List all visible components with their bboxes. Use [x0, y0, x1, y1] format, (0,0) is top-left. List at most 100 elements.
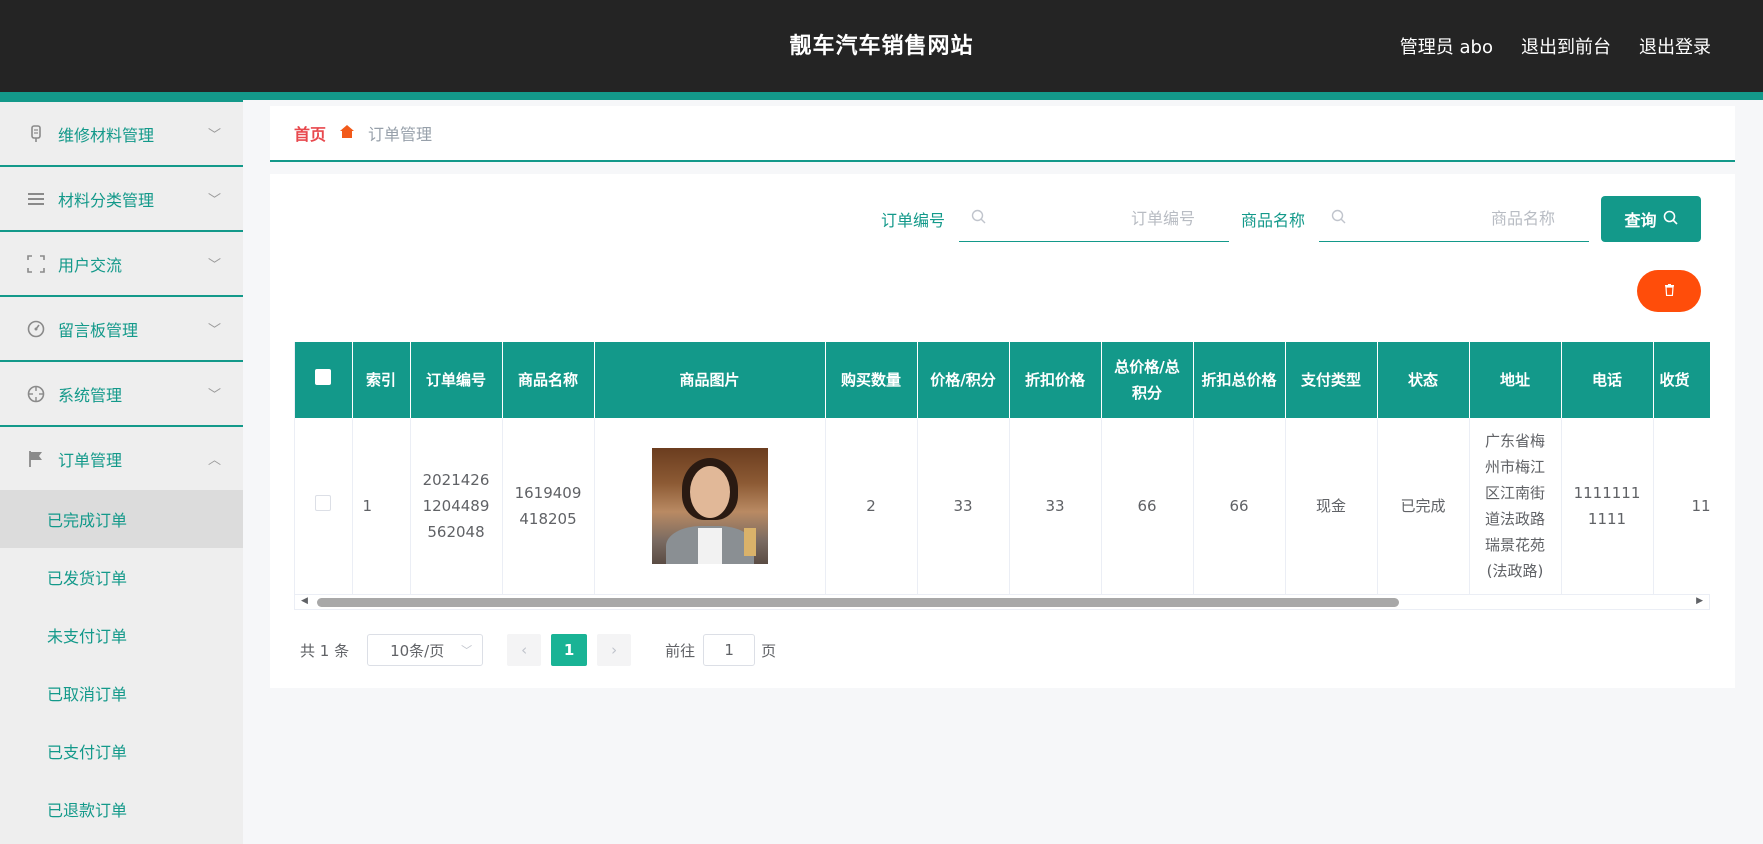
chevron-down-icon: ﹀	[207, 323, 221, 338]
column-header: 地址	[1469, 342, 1562, 418]
page-size-select[interactable]: 10条/页 ﹀	[367, 634, 484, 666]
cell-address: 广东省梅州市梅江区江南街道法政路瑞景花苑(法政路)	[1469, 418, 1562, 594]
column-header: 折扣价格	[1009, 342, 1102, 418]
goods-name-input[interactable]	[1346, 209, 1577, 228]
scrollbar-thumb[interactable]	[317, 598, 1399, 607]
breadcrumb-home[interactable]: 首页	[294, 121, 326, 145]
search-bar: 订单编号 商品名称 查询	[881, 196, 1701, 242]
flag-icon	[26, 449, 46, 469]
order-no-input[interactable]	[985, 209, 1217, 228]
column-header: 商品图片	[594, 342, 826, 418]
crosshair-icon	[26, 384, 46, 404]
column-header: 购买数量	[825, 342, 918, 418]
sidebar-item-label: 材料分类管理	[58, 190, 155, 210]
chevron-down-icon: ﹀	[461, 644, 473, 657]
chevron-left-icon: ‹	[521, 641, 528, 659]
sidebar-item-system[interactable]: 系统管理 ﹀	[0, 360, 243, 425]
chevron-down-icon: ﹀	[207, 258, 221, 273]
search-icon	[1331, 209, 1346, 228]
column-header: 价格/积分	[917, 342, 1010, 418]
cell-status: 已完成	[1377, 418, 1470, 594]
row-select-cell	[295, 418, 353, 594]
sidebar-item-repair-material[interactable]: 维修材料管理 ﹀	[0, 100, 243, 165]
cell-index: 1	[352, 418, 411, 594]
table-header-row: 索引 订单编号 商品名称 商品图片 购买数量 价格/积分 折扣价格 总价格/总积…	[295, 342, 1710, 418]
order-no-label: 订单编号	[880, 211, 945, 230]
column-header: 订单编号	[410, 342, 503, 418]
chevron-up-icon: ︿	[207, 453, 221, 468]
sidebar-item-label: 留言板管理	[58, 320, 139, 340]
submenu-refunded-orders[interactable]: 已退款订单	[0, 780, 243, 838]
back-to-front-link[interactable]: 退出到前台	[1521, 33, 1611, 59]
submenu-cancelled-orders[interactable]: 已取消订单	[0, 664, 243, 722]
column-header: 状态	[1377, 342, 1470, 418]
goto-page-input[interactable]	[703, 634, 756, 666]
sidebar: 维修材料管理 ﹀ 材料分类管理 ﹀ 用户交流 ﹀ 留言板管理 ﹀ 系统管理 ﹀ …	[0, 100, 243, 844]
chevron-down-icon: ﹀	[207, 128, 221, 143]
sidebar-item-label: 系统管理	[58, 385, 123, 405]
order-table: 索引 订单编号 商品名称 商品图片 购买数量 价格/积分 折扣价格 总价格/总积…	[294, 342, 1710, 594]
sidebar-item-material-category[interactable]: 材料分类管理 ﹀	[0, 165, 243, 230]
header-user-menu: 管理员 abo 退出到前台 退出登录	[1400, 0, 1711, 92]
column-header: 收货	[1653, 342, 1710, 418]
sidebar-item-label: 维修材料管理	[58, 125, 155, 145]
table-row[interactable]: 1 20214261204489562048 1619409418205 2 3…	[295, 418, 1710, 594]
sidebar-item-user-exchange[interactable]: 用户交流 ﹀	[0, 230, 243, 295]
goto-label: 前往	[665, 641, 696, 660]
column-header: 总价格/总积分	[1101, 342, 1194, 418]
header-accent-bar	[0, 92, 1763, 100]
next-page-button[interactable]: ›	[597, 634, 632, 666]
admin-label: 管理员 abo	[1399, 37, 1493, 58]
goods-thumbnail-image	[651, 447, 768, 564]
column-header: 折扣总价格	[1193, 342, 1286, 418]
prev-page-button[interactable]: ‹	[507, 634, 542, 666]
row-checkbox[interactable]	[315, 494, 332, 511]
tool-icon	[26, 124, 46, 144]
cell-goods-image	[594, 418, 826, 594]
sidebar-item-label: 订单管理	[58, 450, 123, 470]
content-panel: 订单编号 商品名称 查询	[270, 174, 1735, 688]
cell-goods-name: 1619409418205	[502, 418, 595, 594]
list-icon	[26, 189, 46, 209]
scroll-right-icon[interactable]: ▶	[1696, 596, 1703, 606]
chevron-down-icon: ﹀	[207, 388, 221, 403]
sidebar-item-message-board[interactable]: 留言板管理 ﹀	[0, 295, 243, 360]
search-icon	[971, 209, 986, 228]
cell-receiver: 11	[1653, 418, 1710, 594]
cell-quantity: 2	[825, 418, 918, 594]
breadcrumb: 首页 订单管理	[270, 106, 1735, 162]
submenu-completed-orders[interactable]: 已完成订单	[0, 490, 243, 548]
cell-total-price: 66	[1101, 418, 1194, 594]
submenu-paid-orders[interactable]: 已支付订单	[0, 722, 243, 780]
search-icon	[1663, 210, 1678, 229]
cell-phone: 11111111111	[1561, 418, 1654, 594]
cell-order-no: 20214261204489562048	[410, 418, 503, 594]
submenu-unpaid-orders[interactable]: 未支付订单	[0, 606, 243, 664]
column-header: 索引	[352, 342, 411, 418]
logout-link[interactable]: 退出登录	[1639, 33, 1711, 59]
chevron-down-icon: ﹀	[207, 193, 221, 208]
pagination: 共 1 条 10条/页 ﹀ ‹ 1 › 前往 页	[300, 634, 776, 666]
cell-discount-price: 33	[1009, 418, 1102, 594]
column-header: 电话	[1561, 342, 1654, 418]
delete-button[interactable]	[1637, 270, 1701, 312]
trash-icon	[1664, 283, 1675, 299]
goods-name-label: 商品名称	[1240, 211, 1305, 230]
breadcrumb-current: 订单管理	[368, 125, 433, 144]
query-button[interactable]: 查询	[1601, 196, 1701, 242]
submenu-shipped-orders[interactable]: 已发货订单	[0, 548, 243, 606]
select-all-checkbox[interactable]	[315, 369, 332, 385]
cell-discount-total: 66	[1193, 418, 1286, 594]
frame-icon	[26, 254, 46, 274]
page-number-button[interactable]: 1	[551, 634, 588, 666]
goods-name-field	[1319, 196, 1589, 242]
page-size-value: 10条/页	[390, 641, 445, 660]
cell-pay-type: 现金	[1285, 418, 1378, 594]
scroll-left-icon[interactable]: ◀	[301, 596, 308, 606]
sidebar-item-label: 用户交流	[58, 255, 123, 275]
sidebar-item-order-management[interactable]: 订单管理 ︿	[0, 425, 243, 490]
horizontal-scrollbar[interactable]: ◀ ▶	[294, 594, 1710, 610]
column-header: 商品名称	[502, 342, 595, 418]
page-unit-label: 页	[761, 641, 777, 660]
chevron-right-icon: ›	[611, 641, 618, 659]
